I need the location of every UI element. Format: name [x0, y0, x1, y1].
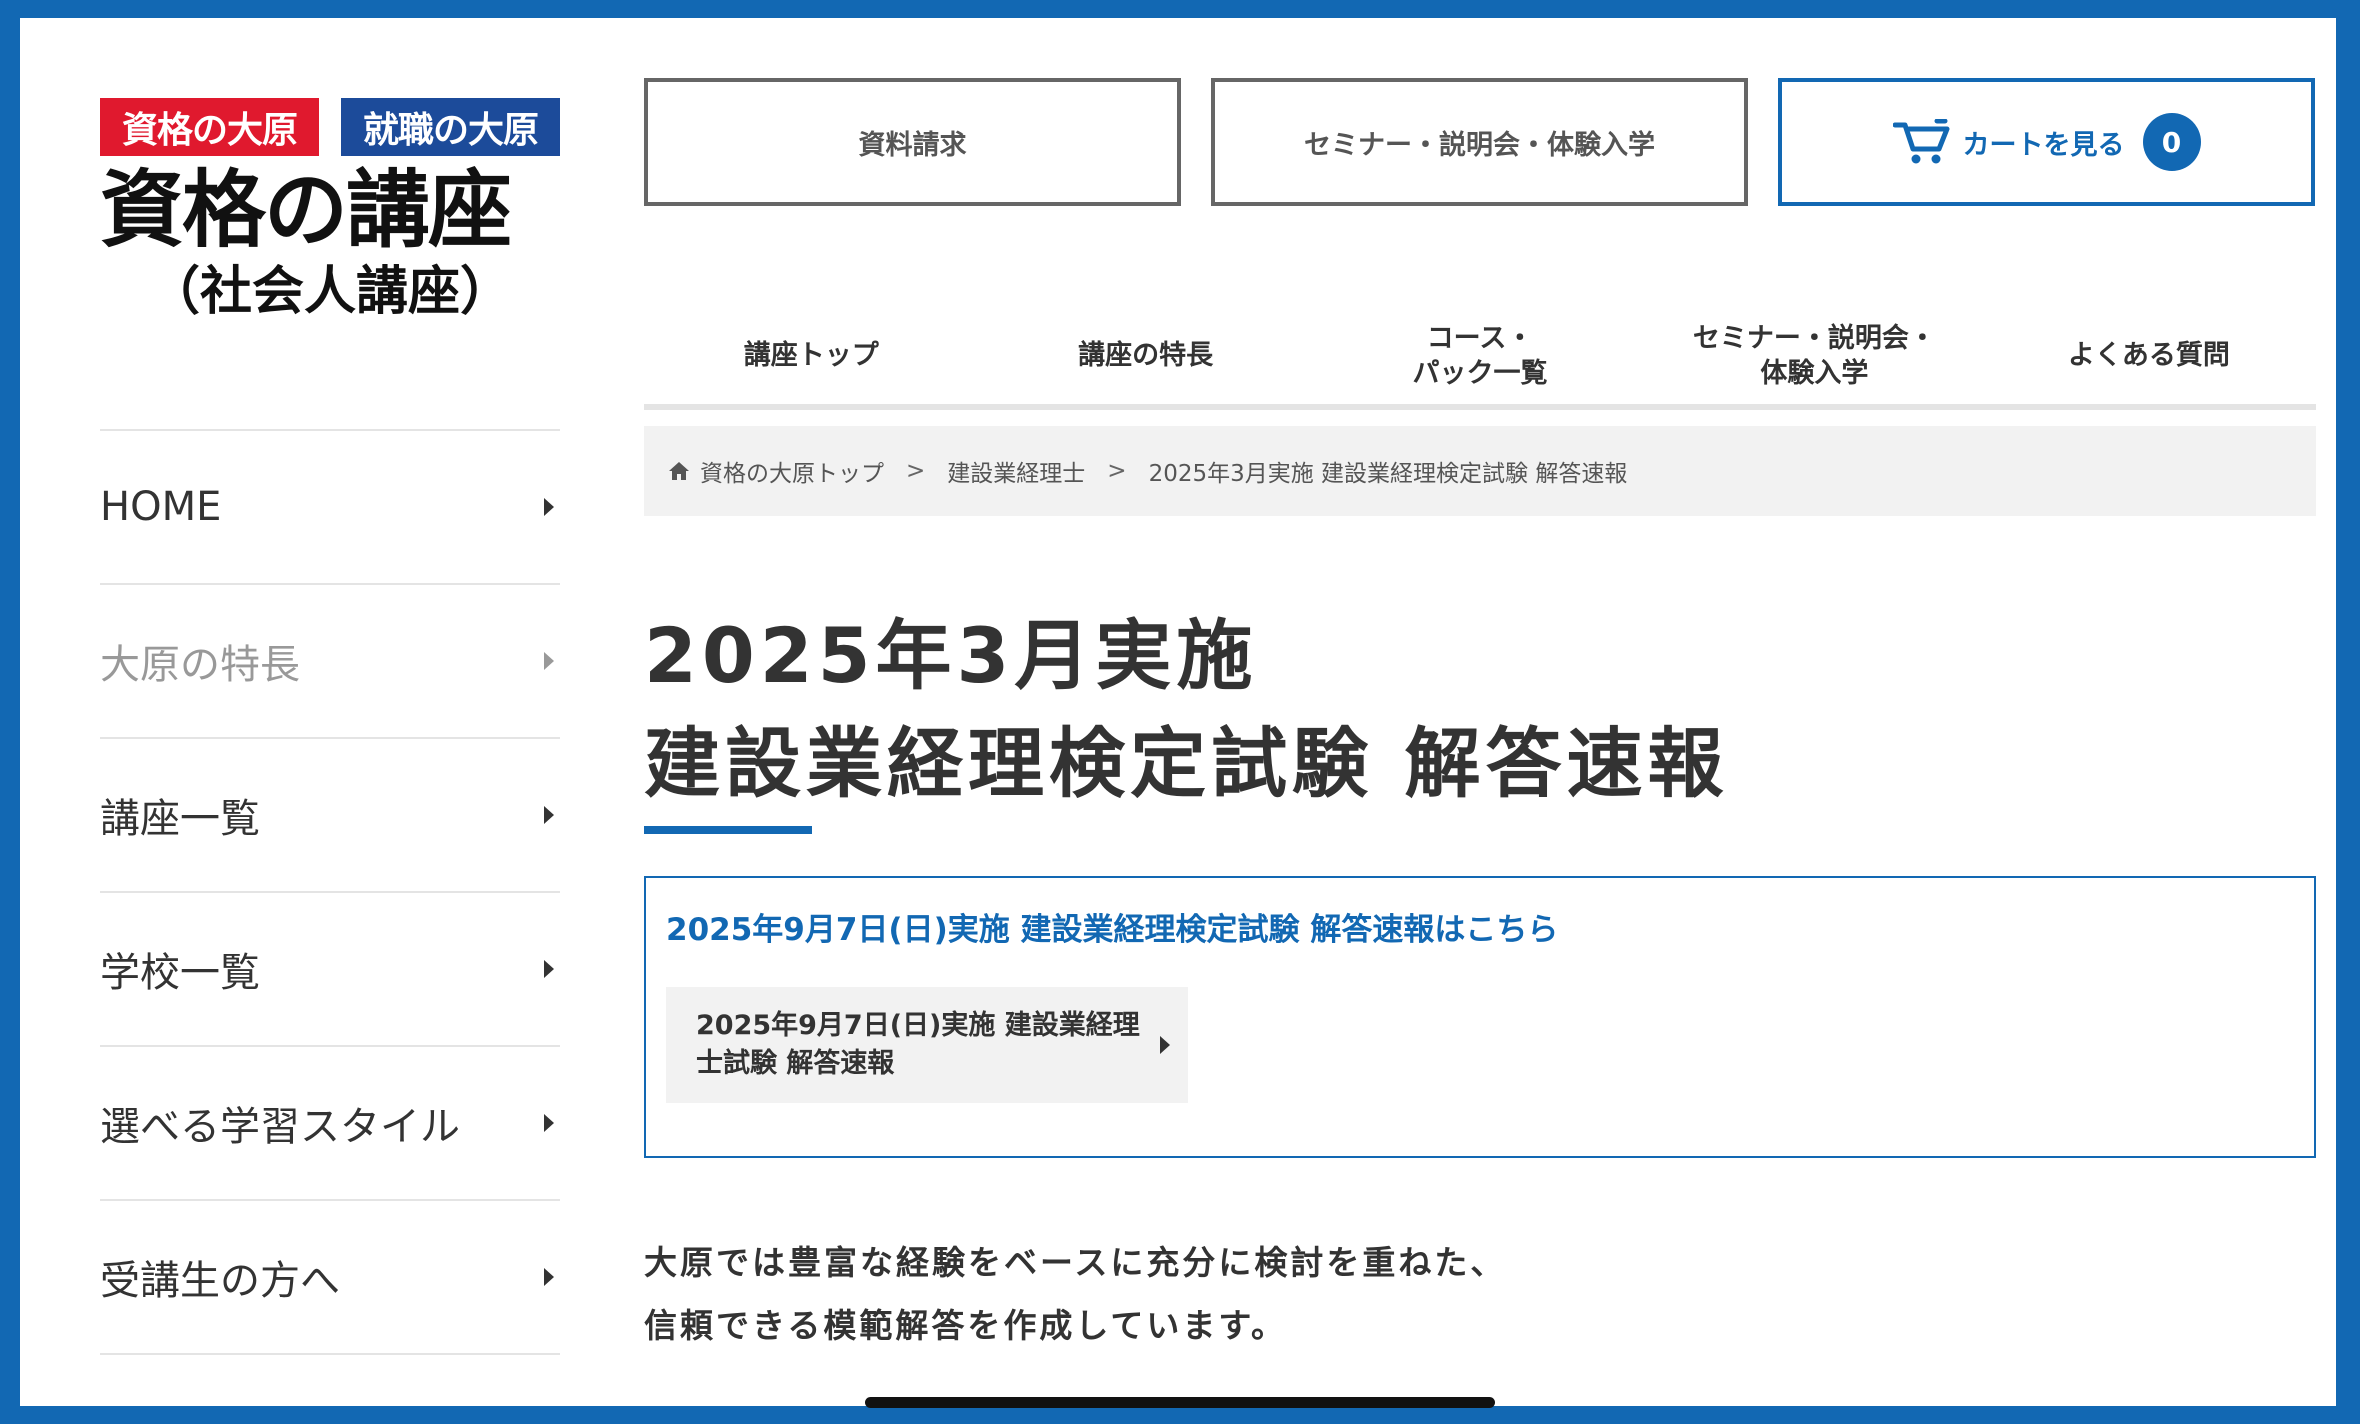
breadcrumb-separator: >	[906, 458, 926, 484]
logo-subtitle: （社会人講座）	[147, 262, 512, 322]
sidebar-item-features[interactable]: 大原の特長	[100, 585, 560, 739]
sidebar-item-schools[interactable]: 学校一覧	[100, 893, 560, 1047]
tab-course-top[interactable]: 講座トップ	[644, 308, 978, 404]
september-answer-card-label: 2025年9月7日(日)実施 建設業経理士試験 解答速報	[696, 1010, 1140, 1079]
caret-right-icon	[1160, 1036, 1170, 1054]
breadcrumb-item-current: 2025年3月実施 建設業経理検定試験 解答速報	[1148, 461, 1628, 487]
main-nav: 講座トップ 講座の特長 コース・ パック一覧 セミナー・説明会・ 体験入学 よく…	[644, 308, 2316, 410]
september-answer-card[interactable]: 2025年9月7日(日)実施 建設業経理士試験 解答速報	[666, 987, 1188, 1103]
sidebar-item-label: 講座一覧	[100, 796, 260, 842]
home-indicator	[865, 1397, 1495, 1408]
caret-right-icon	[544, 806, 554, 824]
sidebar-item-label: HOME	[100, 484, 222, 530]
home-icon	[668, 460, 690, 482]
sidebar-item-home[interactable]: HOME	[100, 431, 560, 585]
sidebar-item-learning-style[interactable]: 選べる学習スタイル	[100, 1047, 560, 1201]
sidebar-item-courses[interactable]: 講座一覧	[100, 739, 560, 893]
view-cart-button[interactable]: カートを見る 0	[1778, 78, 2315, 206]
tab-course-features[interactable]: 講座の特長	[978, 308, 1312, 404]
tab-faq[interactable]: よくある質問	[1982, 308, 2316, 404]
caret-right-icon	[544, 1114, 554, 1132]
caret-right-icon	[544, 498, 554, 516]
lead-line2: 信頼できる模範解答を作成しています。	[644, 1305, 1288, 1345]
cart-label: カートを見る	[1962, 129, 2125, 161]
breadcrumb: 資格の大原トップ > 建設業経理士 > 2025年3月実施 建設業経理検定試験 …	[644, 426, 2316, 516]
sidebar-nav: HOME 大原の特長 講座一覧 学校一覧 選べる学習スタイル 受講生の方へ	[100, 429, 560, 1355]
header-buttons: 資料請求 セミナー・説明会・体験入学 カートを見る 0	[644, 78, 2315, 206]
sidebar-item-label: 受講生の方へ	[100, 1258, 340, 1304]
tab-course-list[interactable]: コース・ パック一覧	[1313, 308, 1647, 404]
breadcrumb-item-top[interactable]: 資格の大原トップ	[700, 454, 884, 488]
badge-shikaku: 資格の大原	[100, 98, 319, 156]
logo-badges: 資格の大原 就職の大原	[100, 98, 560, 156]
breadcrumb-item-category[interactable]: 建設業経理士	[947, 454, 1085, 488]
sidebar-item-label: 大原の特長	[100, 642, 300, 688]
notice-box: 2025年9月7日(日)実施 建設業経理検定試験 解答速報はこちら 2025年9…	[644, 876, 2316, 1158]
request-materials-button[interactable]: 資料請求	[644, 78, 1181, 206]
title-underline	[644, 826, 812, 834]
caret-right-icon	[544, 960, 554, 978]
page-title: 2025年3月実施 建設業経理検定試験 解答速報	[644, 602, 2244, 818]
cart-count-badge: 0	[2142, 113, 2201, 171]
logo-title: 資格の講座	[100, 161, 512, 259]
september-answer-link[interactable]: 2025年9月7日(日)実施 建設業経理検定試験 解答速報はこちら	[666, 904, 2294, 949]
page-title-line2: 建設業経理検定試験 解答速報	[644, 718, 1729, 808]
breadcrumb-separator: >	[1107, 458, 1127, 484]
caret-right-icon	[544, 1268, 554, 1286]
sidebar-item-students[interactable]: 受講生の方へ	[100, 1201, 560, 1355]
lead-text: 大原では豊富な経験をベースに充分に検討を重ねた、 信頼できる模範解答を作成してい…	[644, 1232, 2244, 1357]
caret-right-icon	[544, 652, 554, 670]
badge-shushoku: 就職の大原	[341, 98, 560, 156]
tab-seminar[interactable]: セミナー・説明会・ 体験入学	[1647, 308, 1981, 404]
cart-icon	[1892, 119, 1953, 165]
page-title-line1: 2025年3月実施	[644, 611, 1258, 700]
lead-line1: 大原では豊富な経験をベースに充分に検討を重ねた、	[644, 1243, 1507, 1282]
site-logo[interactable]: 資格の大原 就職の大原 資格の講座 （社会人講座）	[100, 98, 560, 318]
sidebar-item-label: 学校一覧	[100, 950, 260, 996]
sidebar-item-label: 選べる学習スタイル	[100, 1104, 460, 1150]
seminar-button[interactable]: セミナー・説明会・体験入学	[1211, 78, 1748, 206]
browser-viewport: 資格の大原 就職の大原 資格の講座 （社会人講座） HOME 大原の特長 講座一…	[20, 18, 2336, 1406]
